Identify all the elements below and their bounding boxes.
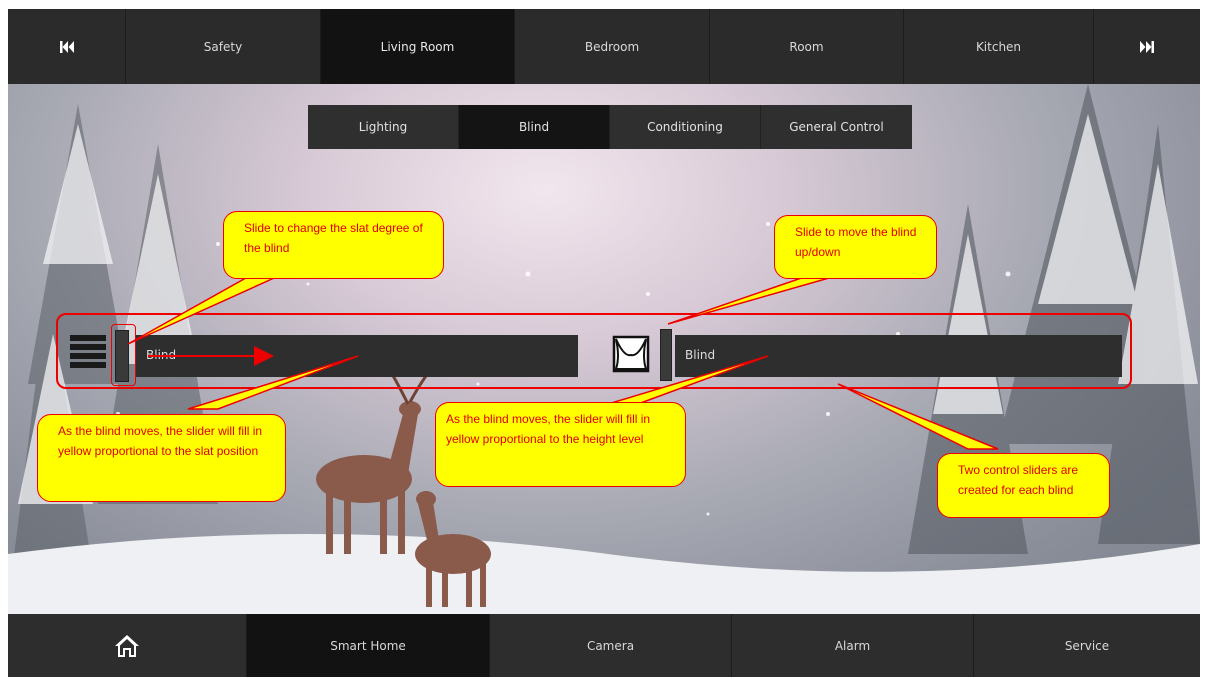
nav-service[interactable]: Service: [974, 614, 1200, 677]
nav-label: Service: [1064, 638, 1110, 653]
home-icon: [115, 634, 139, 657]
room-tab-label: Kitchen: [975, 39, 1022, 54]
room-tab-label: Bedroom: [584, 39, 640, 54]
callout-height-instruction: Slide to move the blind up/down: [774, 215, 937, 279]
callout-slat-instruction: Slide to change the slat degree of the b…: [223, 211, 444, 279]
app-frame: Safety Living Room Bedroom Room Kitchen: [8, 9, 1200, 677]
room-tab-room[interactable]: Room: [710, 9, 904, 84]
nav-label: Camera: [586, 638, 635, 653]
room-tab-living-room[interactable]: Living Room: [321, 9, 515, 84]
callout-text: Two control sliders are created for each…: [958, 463, 1079, 497]
nav-label: Alarm: [834, 638, 871, 653]
room-tab-safety[interactable]: Safety: [126, 9, 321, 84]
nav-label: Smart Home: [330, 638, 406, 653]
callout-text: Slide to move the blind up/down: [795, 225, 917, 259]
annotation-arrows: [127, 273, 999, 450]
nav-smart-home[interactable]: Smart Home: [247, 614, 490, 677]
skip-forward-icon[interactable]: [1094, 9, 1200, 84]
callout-text: Slide to change the slat degree of the b…: [244, 221, 423, 255]
room-tab-label: Room: [789, 39, 824, 54]
skip-back-icon[interactable]: [8, 9, 126, 84]
callout-slat-fill: As the blind moves, the slider will fill…: [37, 414, 286, 502]
nav-camera[interactable]: Camera: [490, 614, 732, 677]
callout-height-fill: As the blind moves, the slider will fill…: [435, 402, 686, 487]
callout-two-sliders: Two control sliders are created for each…: [937, 453, 1110, 518]
room-tab-label: Safety: [203, 39, 243, 54]
room-nav-bar: Safety Living Room Bedroom Room Kitchen: [8, 9, 1200, 84]
winter-background: Lighting Blind Conditioning General Cont…: [8, 84, 1200, 614]
room-tab-label: Living Room: [380, 39, 455, 54]
callout-text: As the blind moves, the slider will fill…: [446, 412, 651, 446]
room-tab-kitchen[interactable]: Kitchen: [904, 9, 1094, 84]
home-button[interactable]: [8, 614, 247, 677]
callout-text: As the blind moves, the slider will fill…: [58, 424, 263, 458]
nav-alarm[interactable]: Alarm: [732, 614, 974, 677]
room-tab-bedroom[interactable]: Bedroom: [515, 9, 710, 84]
main-nav-bar: Smart Home Camera Alarm Service: [8, 614, 1200, 677]
